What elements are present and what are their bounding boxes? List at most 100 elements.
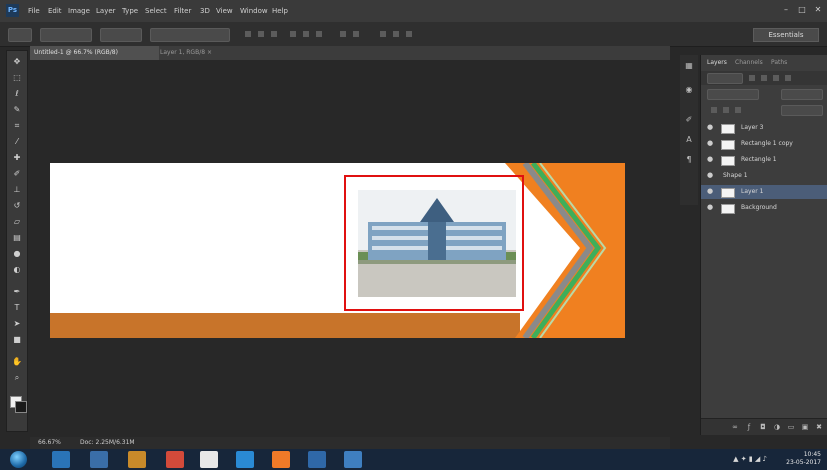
3d-mode-icon[interactable] xyxy=(393,31,399,37)
document-tab-secondary[interactable]: Layer 1, RGB/8 × xyxy=(160,46,212,60)
delete-layer-icon[interactable]: ✖ xyxy=(815,423,823,431)
distribute-icon[interactable] xyxy=(353,31,359,37)
filter-pixel-icon[interactable] xyxy=(749,75,755,81)
fill-field[interactable] xyxy=(781,105,823,116)
blur-tool-icon[interactable]: ● xyxy=(12,249,22,259)
tab-channels[interactable]: Channels xyxy=(735,58,763,68)
pen-tool-icon[interactable]: ✒ xyxy=(12,287,22,297)
explorer-taskbar-icon[interactable] xyxy=(52,451,70,468)
menu-edit[interactable]: Edit xyxy=(48,7,62,15)
distribute-icon[interactable] xyxy=(340,31,346,37)
distribute-icon[interactable] xyxy=(290,31,296,37)
adjustment-layer-icon[interactable]: ◑ xyxy=(773,423,781,431)
gmail-taskbar-icon[interactable] xyxy=(200,451,218,468)
new-group-icon[interactable]: ▭ xyxy=(787,423,795,431)
healing-tool-icon[interactable]: ✚ xyxy=(12,153,22,163)
menu-layer[interactable]: Layer xyxy=(96,7,116,15)
dodge-tool-icon[interactable]: ◐ xyxy=(12,265,22,275)
3d-mode-icon[interactable] xyxy=(380,31,386,37)
system-tray[interactable]: ▲ ✦ ▮ ◢ ♪ xyxy=(733,455,767,463)
align-icon[interactable] xyxy=(271,31,277,37)
media-taskbar-icon[interactable] xyxy=(90,451,108,468)
clone-stamp-tool-icon[interactable]: ⊥ xyxy=(12,185,22,195)
tab-layers[interactable]: Layers xyxy=(707,58,727,68)
lock-icon[interactable] xyxy=(735,107,741,113)
kind-filter-dropdown[interactable] xyxy=(707,73,743,84)
lock-icon[interactable] xyxy=(723,107,729,113)
history-icon[interactable]: ▦ xyxy=(684,61,694,71)
type-tool-icon[interactable]: T xyxy=(12,303,22,313)
tab-paths[interactable]: Paths xyxy=(771,58,787,68)
paragraph-icon[interactable]: ¶ xyxy=(684,155,694,165)
menu-type[interactable]: Type xyxy=(122,7,138,15)
app-blue-taskbar-icon[interactable] xyxy=(236,451,254,468)
menu-file[interactable]: File xyxy=(28,7,40,15)
filter-type-icon[interactable] xyxy=(773,75,779,81)
minimize-button[interactable]: – xyxy=(780,5,792,15)
properties-icon[interactable]: ◉ xyxy=(684,85,694,95)
shape-tool-icon[interactable]: ■ xyxy=(12,335,22,345)
visibility-eye-icon[interactable]: ● xyxy=(707,204,714,211)
document-canvas[interactable] xyxy=(50,163,625,338)
zoom-tool-icon[interactable]: ⌕ xyxy=(12,373,22,383)
link-layers-icon[interactable]: ∞ xyxy=(731,423,739,431)
zoom-level[interactable]: 66.67% xyxy=(38,439,61,446)
brush-panel-icon[interactable]: ✐ xyxy=(684,115,694,125)
new-layer-icon[interactable]: ▣ xyxy=(801,423,809,431)
layer-style-icon[interactable]: ƒ xyxy=(745,423,753,431)
path-select-tool-icon[interactable]: ➤ xyxy=(12,319,22,329)
background-color-swatch[interactable] xyxy=(15,401,27,413)
menu-filter[interactable]: Filter xyxy=(174,7,191,15)
move-tool-icon[interactable]: ✥ xyxy=(12,57,22,67)
menu-select[interactable]: Select xyxy=(145,7,167,15)
chrome-taskbar-icon[interactable] xyxy=(166,451,184,468)
photoshop-taskbar-icon[interactable] xyxy=(308,451,326,468)
crop-tool-icon[interactable]: ⌗ xyxy=(12,121,22,131)
visibility-eye-icon[interactable]: ● xyxy=(707,188,714,195)
visibility-eye-icon[interactable]: ● xyxy=(707,156,714,163)
layer-row[interactable]: ● Shape 1 xyxy=(701,169,827,183)
app-orange-taskbar-icon[interactable] xyxy=(272,451,290,468)
maximize-button[interactable]: □ xyxy=(796,5,808,15)
sample-option-dropdown[interactable] xyxy=(40,28,92,42)
brush-tool-icon[interactable]: ✐ xyxy=(12,169,22,179)
start-button[interactable] xyxy=(10,451,27,468)
layer-row-selected[interactable]: ● Layer 1 xyxy=(701,185,827,199)
workspace-switcher[interactable]: Essentials xyxy=(753,28,819,42)
menu-window[interactable]: Window xyxy=(240,7,268,15)
document-tab[interactable]: Untitled-1 @ 66.7% (RGB/8) xyxy=(30,46,159,60)
3d-mode-icon[interactable] xyxy=(406,31,412,37)
menu-image[interactable]: Image xyxy=(68,7,90,15)
filter-adjustment-icon[interactable] xyxy=(761,75,767,81)
blend-mode-dropdown[interactable] xyxy=(707,89,759,100)
history-brush-tool-icon[interactable]: ↺ xyxy=(12,201,22,211)
layer-row[interactable]: ● Rectangle 1 xyxy=(701,153,827,167)
align-icon[interactable] xyxy=(245,31,251,37)
eyedropper-tool-icon[interactable]: ⁄ xyxy=(12,137,22,147)
menu-view[interactable]: View xyxy=(216,7,233,15)
layer-mask-icon[interactable]: ◘ xyxy=(759,423,767,431)
menu-3d[interactable]: 3D xyxy=(200,7,210,15)
marquee-tool-icon[interactable]: ⬚ xyxy=(12,73,22,83)
filter-shape-icon[interactable] xyxy=(785,75,791,81)
visibility-eye-icon[interactable]: ● xyxy=(707,124,714,131)
transform-controls-option[interactable] xyxy=(150,28,230,42)
menu-help[interactable]: Help xyxy=(272,7,288,15)
visibility-eye-icon[interactable]: ● xyxy=(707,172,714,179)
monitor-taskbar-icon[interactable] xyxy=(344,451,362,468)
eraser-tool-icon[interactable]: ▱ xyxy=(12,217,22,227)
layer-row[interactable]: ● Background xyxy=(701,201,827,215)
layer-row[interactable]: ● Rectangle 1 copy xyxy=(701,137,827,151)
align-icon[interactable] xyxy=(258,31,264,37)
distribute-icon[interactable] xyxy=(303,31,309,37)
quick-select-tool-icon[interactable]: ✎ xyxy=(12,105,22,115)
visibility-eye-icon[interactable]: ● xyxy=(707,140,714,147)
layer-row[interactable]: ● Layer 3 xyxy=(701,121,827,135)
hand-tool-icon[interactable]: ✋ xyxy=(12,357,22,367)
lock-icon[interactable] xyxy=(711,107,717,113)
character-icon[interactable]: A xyxy=(684,135,694,145)
folder-taskbar-icon[interactable] xyxy=(128,451,146,468)
close-button[interactable]: ✕ xyxy=(812,5,824,15)
distribute-icon[interactable] xyxy=(316,31,322,37)
lasso-tool-icon[interactable]: ℓ xyxy=(12,89,22,99)
